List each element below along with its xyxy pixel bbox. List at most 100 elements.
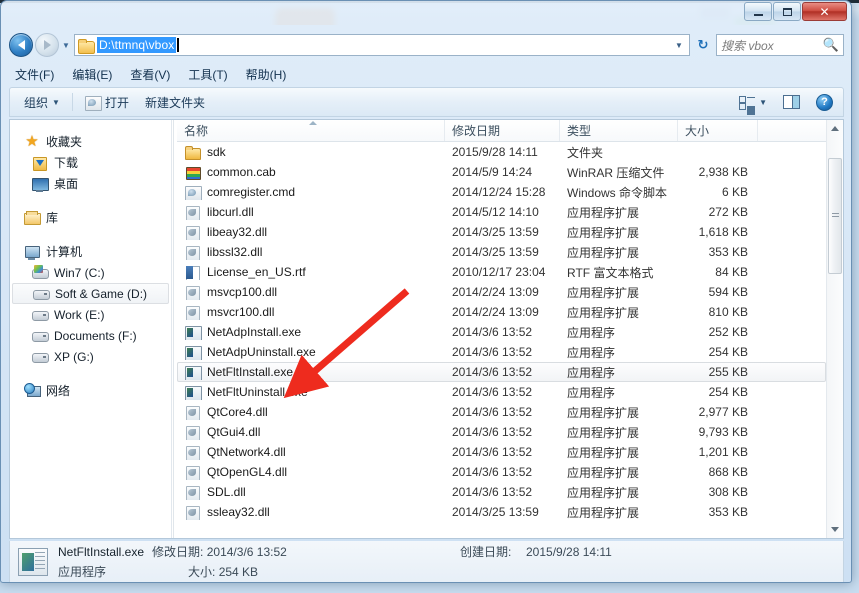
- table-row[interactable]: SDL.dll 2014/3/6 13:52 应用程序扩展 308 KB: [177, 482, 826, 502]
- table-row[interactable]: NetFltUninstall.exe 2014/3/6 13:52 应用程序 254…: [177, 382, 826, 402]
- cell-type: Windows 命令脚本: [567, 185, 668, 200]
- sidebar-item-computer[interactable]: 计算机: [10, 241, 171, 262]
- view-chevron-down-icon[interactable]: ▼: [759, 98, 767, 107]
- scrollbar-thumb[interactable]: [828, 158, 842, 274]
- table-row[interactable]: libcurl.dll 2014/5/12 14:10 应用程序扩展 272 KB: [177, 202, 826, 222]
- organize-button[interactable]: 组织 ▼: [16, 92, 68, 113]
- cell-name: License_en_US.rtf: [178, 265, 445, 280]
- dll-icon: [185, 205, 201, 220]
- column-header-name[interactable]: 名称: [177, 120, 444, 141]
- preview-pane-icon[interactable]: [783, 95, 800, 109]
- chevron-up-icon: [831, 126, 839, 131]
- column-header-size[interactable]: 大小: [677, 120, 757, 141]
- cell-date: 2014/3/25 13:59: [452, 245, 539, 259]
- refresh-button[interactable]: ↻: [690, 33, 716, 57]
- cell-size: 9,793 KB: [698, 425, 748, 439]
- table-row[interactable]: NetAdpUninstall.exe 2014/3/6 13:52 应用程序 254…: [177, 342, 826, 362]
- column-header-label: 大小: [685, 124, 710, 138]
- maximize-button[interactable]: [773, 2, 801, 21]
- menu-item-help[interactable]: 帮助(H): [246, 66, 287, 83]
- table-row[interactable]: NetFltInstall.exe 2014/3/6 13:52 应用程序 255 K…: [177, 362, 826, 382]
- back-arrow-icon: [17, 40, 25, 50]
- table-row[interactable]: libeay32.dll 2014/3/25 13:59 应用程序扩展 1,618 K…: [177, 222, 826, 242]
- cell-date: 2014/3/25 13:59: [452, 225, 539, 239]
- cell-name: msvcr100.dll: [178, 305, 445, 320]
- sidebar-item-libraries[interactable]: 库: [10, 207, 171, 228]
- address-bar[interactable]: D:\ttmnq\vbox ▼: [74, 34, 690, 56]
- sidebar-item-label: 网络: [46, 384, 71, 398]
- sidebar-item-label: Soft & Game (D:): [55, 286, 148, 301]
- exe-icon: [185, 345, 202, 360]
- close-button[interactable]: ✕: [802, 2, 847, 21]
- cell-type: 应用程序: [567, 385, 616, 400]
- open-button[interactable]: 打开: [77, 92, 137, 113]
- recent-locations-dropdown[interactable]: ▼: [59, 41, 73, 50]
- minimize-button[interactable]: [744, 2, 772, 21]
- sidebar-item-drive-g[interactable]: XP (G:): [10, 346, 171, 367]
- cell-name: NetFltUninstall.exe: [178, 385, 445, 400]
- table-row[interactable]: msvcp100.dll 2014/2/24 13:09 应用程序扩展 594 KB: [177, 282, 826, 302]
- file-rows[interactable]: sdk 2015/9/28 14:11 文件夹 common.cab 2014/5/9 …: [177, 142, 826, 538]
- column-header-type[interactable]: 类型: [559, 120, 677, 141]
- sidebar-item-drive-e[interactable]: Work (E:): [10, 304, 171, 325]
- scroll-up-button[interactable]: [827, 120, 843, 137]
- table-row[interactable]: QtNetwork4.dll 2014/3/6 13:52 应用程序扩展 1,201 …: [177, 442, 826, 462]
- text-caret: [177, 38, 180, 52]
- sidebar-item-downloads[interactable]: 下载: [10, 152, 171, 173]
- star-icon: ★: [25, 132, 39, 150]
- sidebar-item-drive-f[interactable]: Documents (F:): [10, 325, 171, 346]
- change-view-icon[interactable]: [739, 95, 756, 110]
- file-name-label: libssl32.dll: [207, 245, 263, 259]
- scroll-down-button[interactable]: [827, 521, 843, 538]
- sidebar-item-drive-d[interactable]: Soft & Game (D:): [12, 283, 169, 304]
- table-row[interactable]: comregister.cmd 2014/12/24 15:28 Windows 命…: [177, 182, 826, 202]
- cell-name: common.cab: [178, 165, 445, 180]
- table-row[interactable]: QtGui4.dll 2014/3/6 13:52 应用程序扩展 9,793 KB: [177, 422, 826, 442]
- sidebar-item-network[interactable]: 网络: [10, 380, 171, 401]
- forward-button[interactable]: [35, 33, 59, 57]
- file-name-label: NetFltUninstall.exe: [207, 385, 308, 399]
- vertical-scrollbar[interactable]: [826, 120, 843, 538]
- help-icon[interactable]: ?: [816, 93, 833, 111]
- address-dropdown-icon[interactable]: ▼: [671, 41, 687, 50]
- content-area: ★ 收藏夹 下载 桌面 库 计算机 Win7 (C:) Soft & Game …: [9, 119, 844, 539]
- sidebar-item-drive-c[interactable]: Win7 (C:): [10, 262, 171, 283]
- menu-item-file[interactable]: 文件(F): [15, 66, 54, 83]
- sidebar-item-favorites[interactable]: ★ 收藏夹: [10, 131, 171, 152]
- scrollbar-grip-icon: [831, 213, 839, 219]
- drive-icon: [32, 349, 49, 365]
- sidebar-item-desktop[interactable]: 桌面: [10, 173, 171, 194]
- menu-item-view[interactable]: 查看(V): [130, 66, 170, 83]
- back-button[interactable]: [9, 33, 33, 57]
- table-row[interactable]: QtCore4.dll 2014/3/6 13:52 应用程序扩展 2,977 KB: [177, 402, 826, 422]
- table-row[interactable]: sdk 2015/9/28 14:11 文件夹: [177, 142, 826, 162]
- command-bar: 组织 ▼ 打开 新建文件夹 ▼ ?: [9, 87, 844, 117]
- search-input[interactable]: 搜索 vbox: [721, 37, 823, 54]
- file-name-label: NetAdpInstall.exe: [207, 325, 302, 339]
- table-row[interactable]: ssleay32.dll 2014/3/25 13:59 应用程序扩展 353 KB: [177, 502, 826, 522]
- new-folder-button[interactable]: 新建文件夹: [137, 92, 213, 113]
- column-header-date[interactable]: 修改日期: [444, 120, 559, 141]
- cell-size: 255 KB: [708, 365, 748, 379]
- chevron-down-icon: [831, 527, 839, 532]
- table-row[interactable]: msvcr100.dll 2014/2/24 13:09 应用程序扩展 810 KB: [177, 302, 826, 322]
- menu-item-tools[interactable]: 工具(T): [188, 66, 227, 83]
- search-box[interactable]: 搜索 vbox 🔍: [716, 34, 844, 56]
- details-type-value: 应用程序: [58, 565, 107, 579]
- address-input[interactable]: D:\ttmnq\vbox: [97, 37, 177, 53]
- menu-item-edit[interactable]: 编辑(E): [72, 66, 112, 83]
- menu-bar: 文件(F) 编辑(E) 查看(V) 工具(T) 帮助(H): [1, 63, 851, 86]
- table-row[interactable]: libssl32.dll 2014/3/25 13:59 应用程序扩展 353 KB: [177, 242, 826, 262]
- cell-size: 2,977 KB: [698, 405, 748, 419]
- table-row[interactable]: NetAdpInstall.exe 2014/3/6 13:52 应用程序 252 K…: [177, 322, 826, 342]
- search-icon: 🔍: [822, 37, 839, 52]
- title-bar[interactable]: ✕: [1, 1, 851, 29]
- cell-type: 应用程序: [567, 325, 616, 340]
- cell-name: sdk: [178, 145, 445, 160]
- table-row[interactable]: License_en_US.rtf 2010/12/17 23:04 RTF 富文本…: [177, 262, 826, 282]
- desktop-icon: [32, 176, 49, 192]
- navigation-pane[interactable]: ★ 收藏夹 下载 桌面 库 计算机 Win7 (C:) Soft & Game …: [10, 120, 172, 538]
- table-row[interactable]: common.cab 2014/5/9 14:24 WinRAR 压缩文件 2,938…: [177, 162, 826, 182]
- table-row[interactable]: QtOpenGL4.dll 2014/3/6 13:52 应用程序扩展 868 KB: [177, 462, 826, 482]
